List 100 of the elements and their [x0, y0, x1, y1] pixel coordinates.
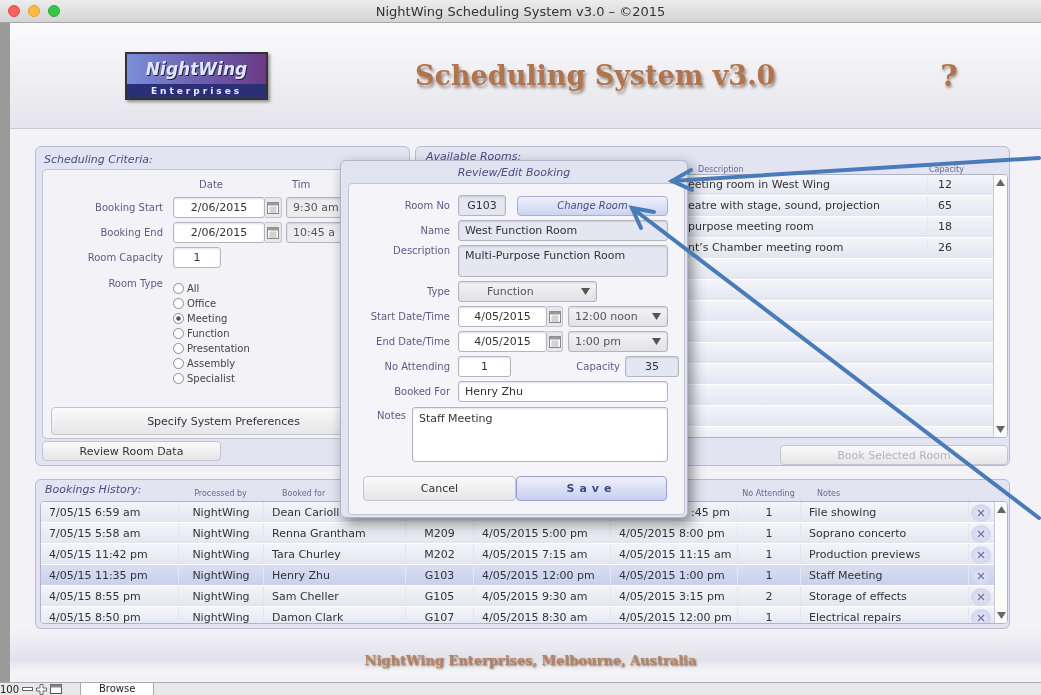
- table-cell: G105: [406, 586, 474, 606]
- table-cell: 2: [738, 586, 801, 606]
- table-cell: 1: [738, 523, 801, 543]
- radio-label: Office: [187, 298, 217, 309]
- table-cell: Damon Clark: [264, 607, 406, 623]
- table-cell: 4/05/2015 3:15 pm: [611, 586, 738, 606]
- table-cell: 4/05/2015 1:00 pm: [611, 565, 738, 585]
- date-field[interactable]: 4/05/2015: [458, 331, 547, 352]
- radio-label: All: [187, 283, 200, 294]
- table-cell: 4/05/15 11:42 pm: [41, 544, 179, 564]
- table-cell: 7/05/15 5:58 am: [41, 523, 179, 543]
- table-cell: Production previews: [801, 544, 969, 564]
- field-label: Booked For: [393, 386, 450, 397]
- booked-for-field[interactable]: Henry Zhu: [458, 381, 668, 402]
- field-label: Room Type: [107, 278, 163, 289]
- attending-field[interactable]: 1: [458, 356, 511, 377]
- table-cell: M202: [406, 544, 474, 564]
- table-cell-text: eatre with stage, sound, projection: [688, 198, 882, 215]
- room-number-field: G103: [458, 195, 506, 216]
- change-room-button[interactable]: Change Room: [517, 195, 668, 216]
- date-field[interactable]: 2/06/2015: [173, 222, 265, 243]
- date-field[interactable]: 2/06/2015: [173, 197, 265, 218]
- time-dropdown[interactable]: 12:00 noon: [568, 306, 668, 327]
- table-row[interactable]: 4/05/15 8:50 pm NightWing Damon Clark G107 4/05/2015 8:30 am 4/05/2015 12:00 pm 1 Electrical repairs: [41, 607, 994, 623]
- table-cell: 1: [738, 607, 801, 623]
- window-title: NightWing Scheduling System v3.0 – ©2015: [375, 3, 666, 19]
- radio-label: Specialist: [187, 373, 235, 384]
- table-cell: 4/05/15 8:55 pm: [41, 586, 179, 606]
- field-label: Capacity: [575, 361, 620, 372]
- table-cell: File showing: [801, 502, 969, 522]
- table-cell: 7/05/15 6:59 am: [41, 502, 179, 522]
- column-heading: Booked for: [281, 489, 327, 500]
- name-field: West Function Room: [458, 220, 668, 241]
- table-cell: G107: [406, 607, 474, 623]
- table-cell-text: nt’s Chamber meeting room: [688, 240, 845, 257]
- table-cell: NightWing: [179, 565, 264, 585]
- column-heading: No Attending: [741, 489, 796, 500]
- panel-title: Scheduling Criteria:: [43, 152, 154, 168]
- table-cell: 4/05/2015 8:00 pm: [611, 523, 738, 543]
- table-cell: 1: [738, 544, 801, 564]
- field-label: Booking Start: [94, 202, 163, 213]
- table-cell: 4/05/2015 8:30 am: [474, 607, 611, 623]
- app-title: Scheduling System v3.0: [415, 60, 776, 91]
- table-cell: Tara Churley: [264, 544, 406, 564]
- column-heading: Notes: [816, 489, 842, 500]
- panel-title: Bookings History:: [44, 483, 143, 498]
- table-cell: NightWing: [179, 586, 264, 606]
- column-heading: Date: [198, 179, 223, 192]
- table-row[interactable]: 4/05/15 11:42 pm NightWing Tara Churley M202 4/05/2015 7:15 am 4/05/2015 11:15 am 1 Production previews: [41, 544, 994, 565]
- radio-label: Presentation: [187, 343, 250, 354]
- table-cell: G103: [406, 565, 474, 585]
- type-dropdown[interactable]: Function: [458, 281, 597, 302]
- table-cell: 4/05/2015 11:15 am: [611, 544, 738, 564]
- table-cell: NightWing: [179, 607, 264, 623]
- field-label: No Attending: [383, 361, 450, 372]
- time-dropdown[interactable]: 1:00 pm: [568, 331, 668, 352]
- column-heading: Description: [698, 164, 745, 174]
- review-room-data-button[interactable]: Review Room Data: [42, 441, 221, 461]
- table-row[interactable]: 7/05/15 5:58 am NightWing Renna Grantham M209 4/05/2015 5:00 pm 4/05/2015 8:00 pm 1 Soprano concerto: [41, 523, 994, 544]
- table-cell: Staff Meeting: [801, 565, 969, 585]
- mode-tab[interactable]: Browse: [80, 683, 155, 695]
- table-cell: Storage of effects: [801, 586, 969, 606]
- table-cell: 4/05/15 11:35 pm: [41, 565, 179, 585]
- save-button[interactable]: Save: [516, 476, 667, 501]
- table-cell: Renna Grantham: [264, 523, 406, 543]
- table-row[interactable]: 4/05/15 11:35 pm NightWing Henry Zhu G103 4/05/2015 12:00 pm 4/05/2015 1:00 pm 1 Staff Meeting: [41, 565, 994, 586]
- table-row[interactable]: 4/05/15 8:55 pm NightWing Sam Cheller G105 4/05/2015 9:30 am 4/05/2015 3:15 pm 2 Storage of effects: [41, 586, 994, 607]
- notes-field[interactable]: Staff Meeting: [412, 407, 668, 462]
- field-label: Type: [426, 286, 450, 297]
- zoom-level[interactable]: 100: [0, 683, 20, 695]
- column-heading: Capacity: [929, 164, 964, 174]
- description-field: Multi-Purpose Function Room: [458, 245, 668, 277]
- table-cell: 4/05/2015 9:30 am: [474, 586, 611, 606]
- capacity-field[interactable]: 1: [173, 247, 221, 268]
- table-cell: Soprano concerto: [801, 523, 969, 543]
- table-cell: 4/05/2015 12:00 pm: [611, 607, 738, 623]
- table-cell: 4/05/2015 12:00 pm: [474, 565, 611, 585]
- table-cell: 4/05/2015 5:00 pm: [474, 523, 611, 543]
- footer-text: NightWing Enterprises, Melbourne, Australia: [364, 652, 697, 668]
- table-cell-text: eeting room in West Wing: [688, 177, 832, 194]
- table-cell: 1: [738, 502, 801, 522]
- table-cell: Electrical repairs: [801, 607, 969, 623]
- table-cell: 4/05/2015 7:15 am: [474, 544, 611, 564]
- dialog-title: Review/Edit Booking: [456, 164, 572, 181]
- radio-label: Meeting: [187, 313, 228, 324]
- table-cell: Henry Zhu: [264, 565, 406, 585]
- cancel-button[interactable]: Cancel: [363, 476, 516, 501]
- column-heading: Tim: [292, 179, 311, 192]
- field-label: Room Capacity: [86, 252, 163, 263]
- radio-label: Function: [187, 328, 230, 339]
- date-field[interactable]: 4/05/2015: [458, 306, 547, 327]
- field-label: Name: [419, 225, 450, 236]
- table-cell: Sam Cheller: [264, 586, 406, 606]
- panel-title: Available Rooms:: [424, 150, 523, 162]
- table-cell: NightWing: [179, 523, 264, 543]
- field-label: End Date/Time: [375, 336, 450, 347]
- field-label: Start Date/Time: [369, 311, 450, 322]
- table-cell: M209: [406, 523, 474, 543]
- capacity-field: 35: [625, 356, 679, 377]
- logo-subtitle: Enterprises: [127, 83, 266, 98]
